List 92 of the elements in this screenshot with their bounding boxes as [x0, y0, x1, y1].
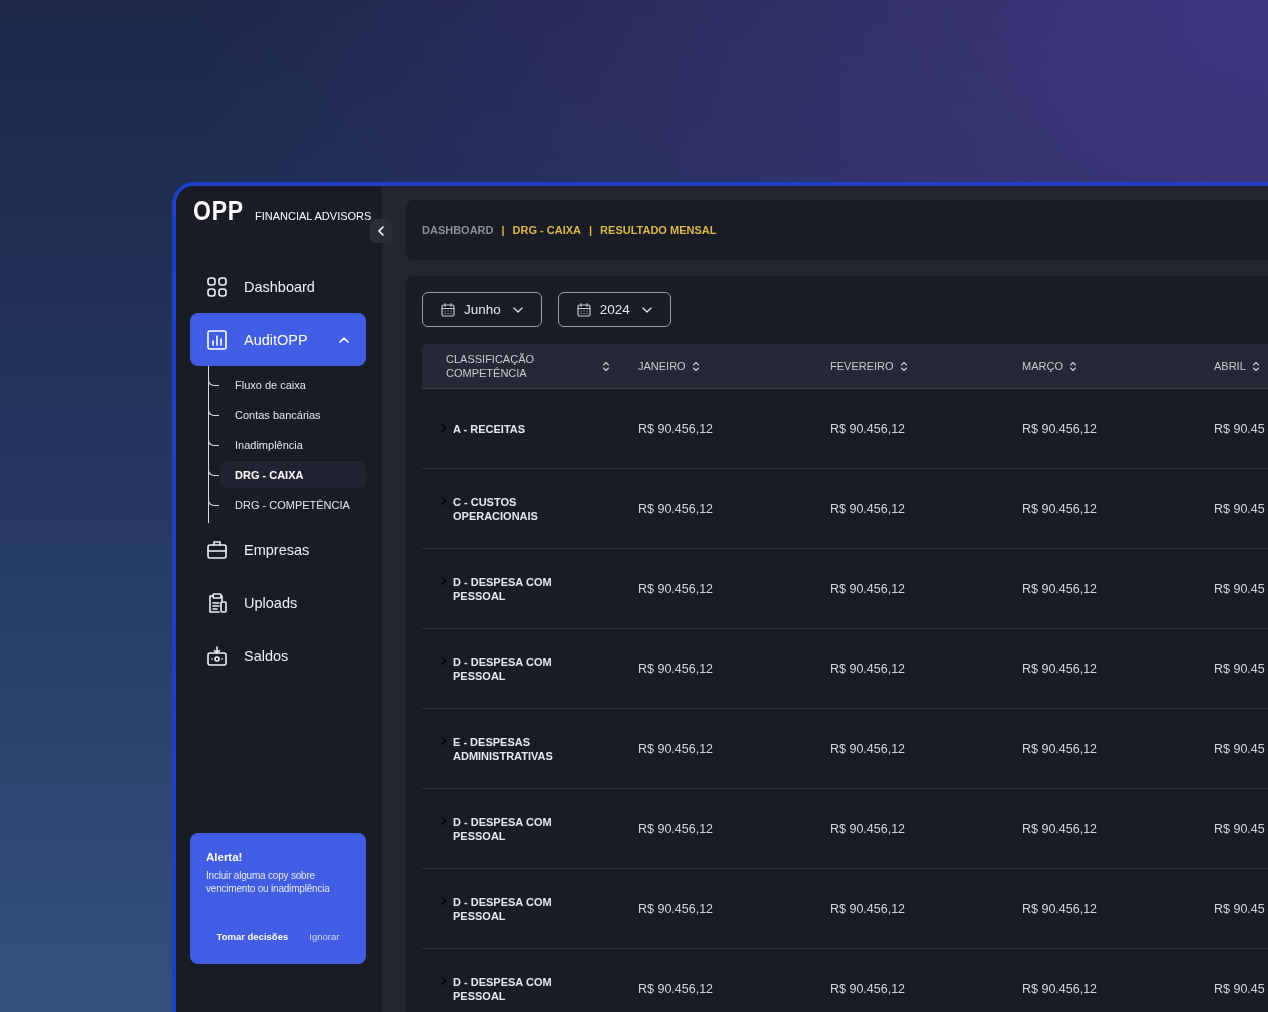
table-cell: R$ 90.456,12 — [830, 661, 906, 676]
chevron-right-icon[interactable] — [440, 815, 447, 826]
chevron-right-icon[interactable] — [440, 975, 447, 986]
table-cell: R$ 90.456,12 — [830, 501, 906, 516]
table-cell: R$ 90.456,12 — [1022, 661, 1098, 676]
decide-button[interactable]: Tomar decisões — [212, 929, 293, 944]
box-arrow-icon — [206, 644, 228, 667]
column-header[interactable]: CLASSIFICAÇÃO COMPETÊNCIA — [446, 352, 596, 380]
sort-icon — [691, 360, 700, 372]
table-cell: R$ 90.456,12 — [638, 421, 714, 436]
table-cell: R$ 90.45 — [1214, 901, 1265, 916]
row-label: E - DESPESAS ADMINISTRATIVAS — [453, 734, 554, 763]
alert-message: Incluir alguma copy sobre vencimento ou inadimplência — [206, 869, 331, 895]
table-cell: R$ 90.456,12 — [638, 981, 714, 996]
table-cell: R$ 90.45 — [1214, 661, 1265, 676]
table-cell: R$ 90.456,12 — [830, 421, 906, 436]
submenu-item[interactable]: Fluxo de caixa — [220, 371, 366, 398]
brand-name: FINANCIAL ADVISORS — [255, 210, 372, 222]
chevron-down-icon — [641, 306, 652, 313]
nav-item[interactable]: AuditOPP — [190, 313, 366, 366]
table-cell: R$ 90.45 — [1214, 421, 1265, 436]
table-cell: R$ 90.456,12 — [1022, 821, 1098, 836]
row-label: D - DESPESA COM PESSOAL — [453, 654, 553, 683]
table-cell: R$ 90.456,12 — [830, 981, 906, 996]
table-cell: R$ 90.456,12 — [638, 661, 714, 676]
submenu-item[interactable]: Inadimplência — [220, 431, 366, 458]
table-cell: R$ 90.456,12 — [638, 901, 714, 916]
nav-item[interactable]: Uploads — [190, 576, 366, 629]
table-cell: R$ 90.456,12 — [1022, 501, 1098, 516]
table-cell: R$ 90.456,12 — [1022, 981, 1098, 996]
date-dropdown[interactable]: 2024 — [557, 292, 671, 327]
table-cell: R$ 90.456,12 — [638, 581, 714, 596]
chevron-right-icon[interactable] — [440, 422, 447, 433]
alert-title: Alerta! — [206, 851, 244, 863]
column-header[interactable]: ABRIL — [1214, 359, 1246, 373]
table-cell: R$ 90.456,12 — [1022, 581, 1098, 596]
submenu-item[interactable]: DRG - COMPETÊNCIA — [220, 491, 366, 518]
submenu-item[interactable]: Contas bancárias — [220, 401, 366, 428]
row-label: D - DESPESA COM PESSOAL — [453, 894, 553, 923]
date-dropdown[interactable]: Junho — [422, 292, 542, 327]
row-label: D - DESPESA COM PESSOAL — [453, 974, 553, 1003]
table-cell: R$ 90.456,12 — [1022, 741, 1098, 756]
chevron-right-icon[interactable] — [440, 735, 447, 746]
calendar-icon — [440, 301, 456, 318]
table-cell: R$ 90.456,12 — [830, 741, 906, 756]
chevron-right-icon[interactable] — [440, 575, 447, 586]
breadcrumb-separator: | — [501, 224, 505, 236]
column-header[interactable]: JANEIRO — [638, 359, 686, 373]
table-cell: R$ 90.456,12 — [638, 741, 714, 756]
table-cell: R$ 90.45 — [1214, 821, 1265, 836]
clipboard-icon — [206, 591, 228, 614]
breadcrumb-link[interactable]: DRG - CAIXA — [512, 224, 582, 236]
table-cell: R$ 90.456,12 — [830, 581, 906, 596]
table-cell: R$ 90.45 — [1214, 741, 1265, 756]
grid-icon — [206, 275, 228, 298]
row-label: D - DESPESA COM PESSOAL — [453, 814, 553, 843]
table-cell: R$ 90.456,12 — [1022, 901, 1098, 916]
breadcrumb-separator: | — [589, 224, 593, 236]
row-label: C - CUSTOS OPERACIONAIS — [453, 494, 539, 523]
calendar-icon — [575, 301, 592, 318]
chevron-right-icon[interactable] — [440, 895, 447, 906]
briefcase-icon — [206, 538, 228, 561]
table-cell: R$ 90.456,12 — [830, 821, 906, 836]
breadcrumb-link[interactable]: RESULTADO MENSAL — [600, 224, 717, 236]
row-label: D - DESPESA COM PESSOAL — [453, 574, 553, 603]
sort-icon — [1068, 360, 1077, 372]
table-cell: R$ 90.45 — [1214, 581, 1265, 596]
nav-item[interactable]: Saldos — [190, 629, 366, 682]
column-header[interactable]: FEVEREIRO — [830, 359, 894, 373]
chevron-right-icon[interactable] — [440, 495, 447, 506]
chevron-down-icon — [512, 306, 523, 313]
table-cell: R$ 90.456,12 — [638, 501, 714, 516]
row-label: A - RECEITAS — [453, 421, 527, 436]
sort-icon — [1251, 360, 1260, 372]
submenu-item[interactable]: DRG - CAIXA — [220, 461, 366, 488]
ignore-button[interactable]: Ignorar — [305, 929, 344, 944]
collapse-button[interactable] — [370, 219, 392, 243]
table-cell: R$ 90.45 — [1214, 501, 1265, 516]
breadcrumb-link[interactable]: DASHBOARD — [422, 224, 494, 236]
chevron-left-icon — [377, 225, 385, 237]
chevron-right-icon[interactable] — [440, 655, 447, 666]
table-cell: R$ 90.456,12 — [830, 901, 906, 916]
table-cell: R$ 90.456,12 — [638, 821, 714, 836]
nav-item[interactable]: Empresas — [190, 523, 366, 576]
bar-chart-icon — [206, 328, 228, 351]
brand-logo: OPP — [193, 196, 245, 227]
table-cell: R$ 90.456,12 — [1022, 421, 1098, 436]
sort-icon — [899, 360, 908, 372]
nav-item[interactable]: Dashboard — [190, 260, 366, 313]
table-cell: R$ 90.45 — [1214, 981, 1265, 996]
sort-icon — [602, 360, 610, 372]
column-header[interactable]: MARÇO — [1022, 359, 1063, 373]
